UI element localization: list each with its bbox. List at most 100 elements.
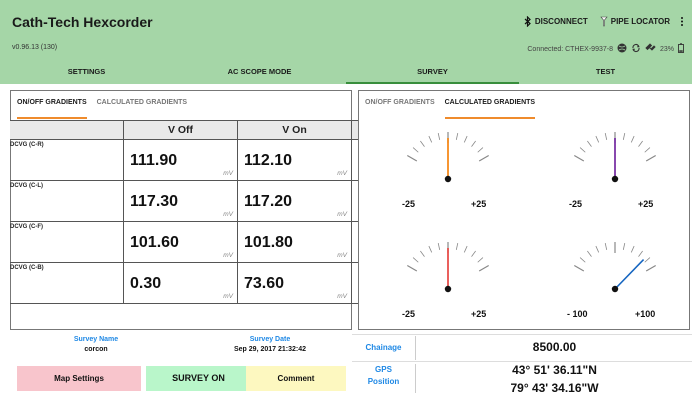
gauge: -25 +25	[388, 227, 508, 319]
v-off-cell: 111.90 mV	[124, 140, 238, 180]
unit-label: mV	[337, 211, 347, 218]
tab-test[interactable]: TEST	[519, 62, 692, 84]
v-off-value: 111.90	[130, 152, 178, 169]
gauge-tick	[595, 135, 600, 143]
gauge-tick	[630, 135, 635, 143]
tab-ac-scope-mode[interactable]: AC SCOPE MODE	[173, 62, 346, 84]
more-vert-icon	[680, 16, 684, 27]
unit-label: mV	[337, 252, 347, 259]
table-header-blank	[10, 121, 124, 139]
gauge-tick	[644, 257, 651, 263]
tab-settings[interactable]: SETTINGS	[0, 62, 173, 84]
gauge-tick	[579, 257, 586, 263]
app-header: Cath-Tech Hexcorder v0.96.13 (130) DISCO…	[0, 0, 692, 84]
table-header-v-on: V On	[238, 121, 352, 139]
header-actions: DISCONNECT PIPE LOCATOR	[524, 16, 684, 27]
gps-label-line1: GPS	[375, 365, 392, 374]
survey-name-value: corcon	[84, 346, 108, 353]
globe-icon	[617, 43, 627, 55]
info-divider	[352, 334, 692, 335]
app-version: v0.96.13 (130)	[12, 44, 58, 51]
gauge-dial	[406, 242, 490, 293]
gauge-tick	[622, 242, 626, 250]
chainage-value: 8500.00	[532, 340, 577, 354]
v-on-value: 112.10	[244, 152, 293, 169]
v-on-cell: 117.20 mV	[238, 181, 352, 221]
survey-date-value: Sep 29, 2017 21:32:42	[234, 346, 306, 353]
unit-label: mV	[337, 170, 347, 177]
right-subtabs: ON/OFF GRADIENTS CALCULATED GRADIENTS	[359, 91, 689, 119]
gauge-tick	[595, 245, 600, 253]
gauge-tick	[471, 140, 476, 147]
gauge-tick	[428, 135, 433, 143]
gauge-tick	[638, 250, 643, 257]
tab-survey[interactable]: SURVEY	[346, 62, 519, 84]
subtab-on-off-gradients[interactable]: ON/OFF GRADIENTS	[365, 99, 435, 119]
gauge-tick	[478, 154, 490, 162]
gauge-tick	[478, 264, 490, 272]
battery-icon	[678, 43, 684, 55]
gauge-tick	[604, 132, 608, 140]
gauge-tick	[638, 140, 643, 147]
status-bar: Connected: CTHEX-9937-8 23%	[527, 43, 684, 55]
subtab-calculated-gradients[interactable]: CALCULATED GRADIENTS	[444, 99, 536, 119]
table-header-v-off: V Off	[124, 121, 238, 139]
gauge-tick	[622, 132, 626, 140]
gauge-tick	[428, 245, 433, 253]
gauge-dial	[573, 132, 657, 183]
pipe-locator-label: PIPE LOCATOR	[610, 17, 670, 26]
gauge-max-label: +25	[638, 199, 654, 209]
gauge-dial	[406, 132, 490, 183]
unit-label: mV	[223, 252, 233, 259]
gauge-tick	[645, 154, 657, 162]
gauge-tick	[455, 242, 459, 250]
v-on-cell: 101.80 mV	[238, 222, 352, 262]
map-settings-button[interactable]: Map Settings	[17, 366, 141, 391]
gauge-tick	[604, 242, 608, 250]
v-on-value: 73.60	[244, 275, 285, 292]
gauge-tick	[420, 140, 425, 147]
row-label: DCVG (C-R)	[10, 140, 124, 180]
subtab-on-off-gradients[interactable]: ON/OFF GRADIENTS	[17, 99, 87, 119]
gauge-min-label: -25	[569, 199, 583, 209]
subtab-calculated-gradients[interactable]: CALCULATED GRADIENTS	[97, 99, 187, 119]
gauge-tick	[406, 154, 418, 162]
v-off-cell: 101.60 mV	[124, 222, 238, 262]
gps-longitude: 79° 43' 34.16"W	[510, 381, 599, 393]
table-row: DCVG (C-B) 0.30 mV 73.60 mV	[10, 263, 360, 304]
gps-latitude: 43° 51' 36.11"N	[512, 363, 597, 377]
pipe-locator-button[interactable]: PIPE LOCATOR	[600, 16, 670, 27]
gauge: -25 +25	[555, 117, 675, 209]
unit-label: mV	[223, 211, 233, 218]
gauge-tick	[477, 147, 484, 153]
overflow-menu-button[interactable]	[680, 16, 684, 27]
gps-label-line2: Position	[367, 377, 400, 386]
gauge-tick	[630, 245, 635, 253]
gauge-min-label: - 100	[567, 309, 588, 319]
gauges-panel: ON/OFF GRADIENTS CALCULATED GRADIENTS -2…	[358, 90, 690, 330]
gradients-table: V Off V On DCVG (C-R) 111.90 mV 112.10 m…	[10, 120, 360, 304]
gauge-tick	[471, 250, 476, 257]
comment-button[interactable]: Comment	[246, 366, 346, 391]
survey-on-button[interactable]: SURVEY ON	[146, 366, 251, 391]
gauge-tick	[644, 147, 651, 153]
gauge-tick	[573, 264, 585, 272]
unit-label: mV	[337, 293, 347, 300]
v-on-value: 101.80	[244, 234, 293, 251]
row-label: DCVG (C-B)	[10, 263, 124, 303]
gauge-tick	[412, 257, 419, 263]
gauge-tick	[463, 135, 468, 143]
info-row-divider	[352, 361, 692, 362]
satellite-icon	[645, 43, 656, 55]
disconnect-button[interactable]: DISCONNECT	[524, 16, 588, 27]
gauge-tick	[645, 264, 657, 272]
pipe-locator-icon	[600, 16, 608, 27]
gauge-dial	[573, 242, 657, 293]
gauge-tick	[463, 245, 468, 253]
gauge-min-label: -25	[402, 309, 416, 319]
table-row: DCVG (C-F) 101.60 mV 101.80 mV	[10, 222, 360, 263]
row-label: DCVG (C-L)	[10, 181, 124, 221]
battery-percent: 23%	[659, 45, 674, 53]
gauge: - 100 +100	[555, 227, 675, 319]
unit-label: mV	[223, 170, 233, 177]
